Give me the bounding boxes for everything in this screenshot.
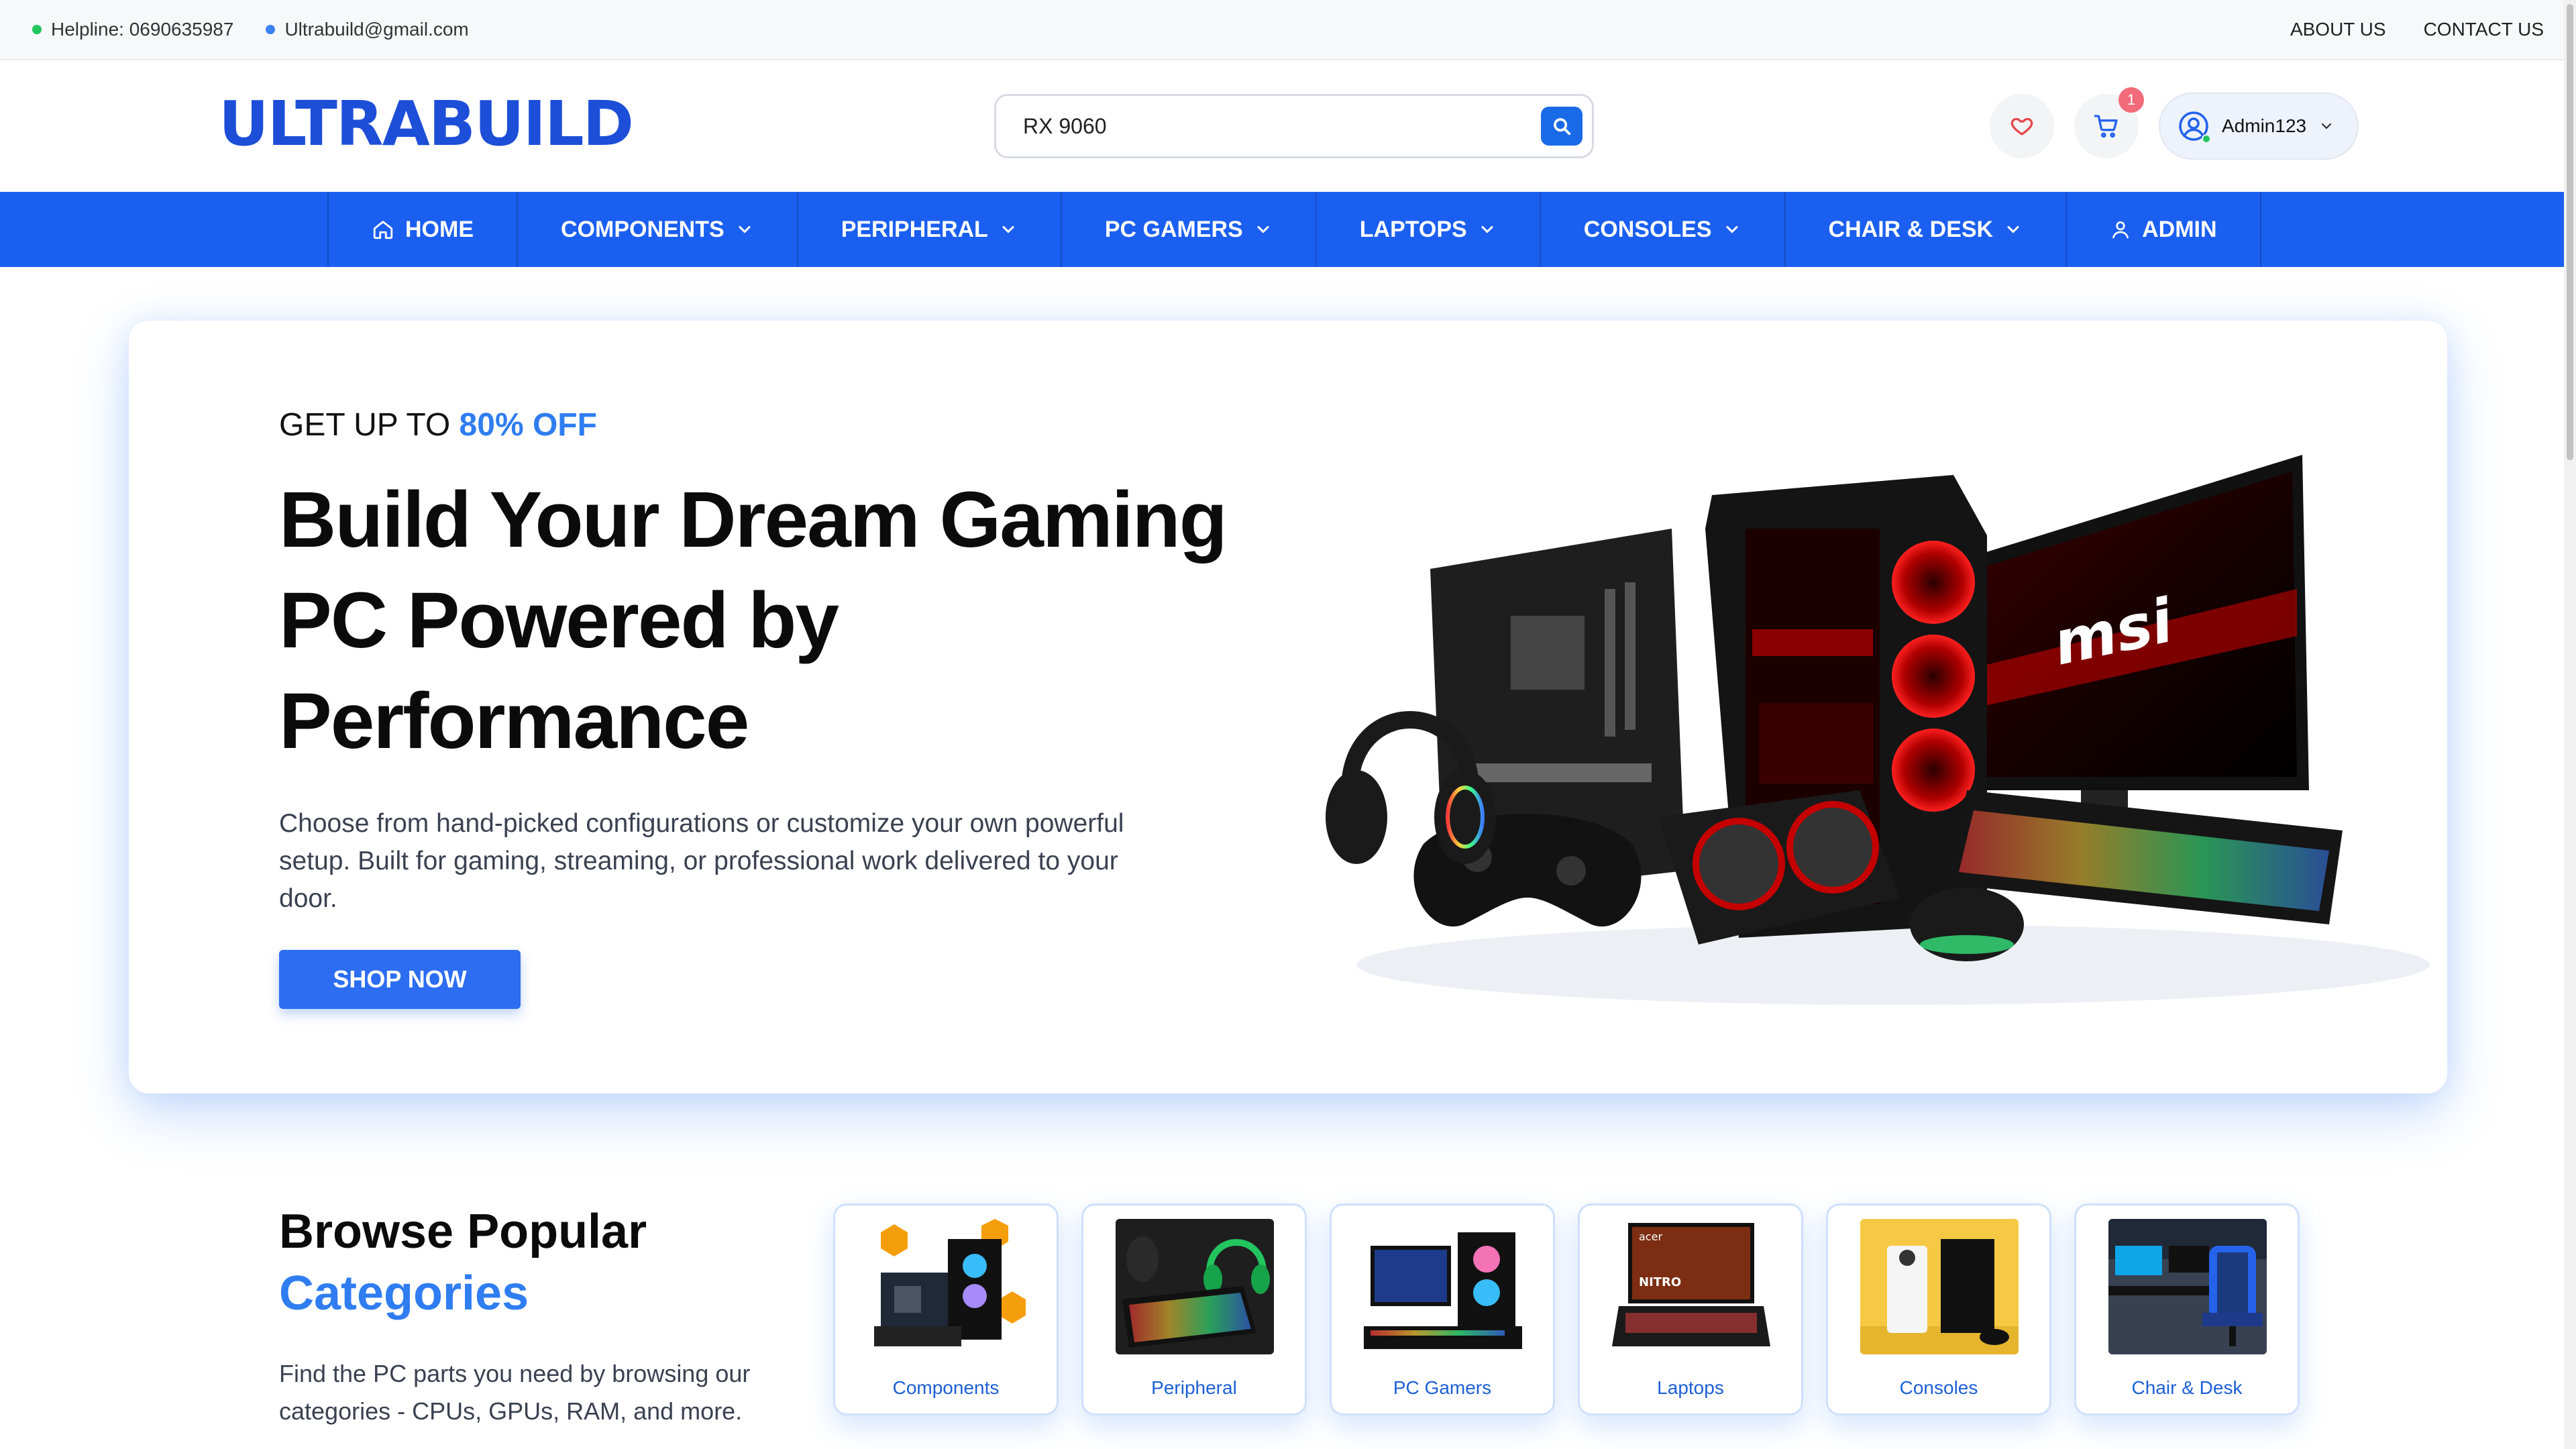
contact-us-link[interactable]: CONTACT US xyxy=(2424,19,2544,40)
chevron-down-icon xyxy=(739,225,751,233)
chevron-down-icon xyxy=(1257,225,1269,233)
gaming-setup-image: msi xyxy=(1326,455,2430,1005)
helpline-text: Helpline: 0690635987 xyxy=(51,19,234,40)
category-card-consoles[interactable]: Consoles xyxy=(1826,1203,2051,1415)
nav-laptops[interactable]: LAPTOPS xyxy=(1315,192,1540,267)
pc-gamers-image xyxy=(1364,1219,1522,1354)
search-box xyxy=(994,94,1594,158)
category-cards: Components Peripheral PC Gamers acer NIT… xyxy=(833,1203,2300,1415)
contact-info: Helpline: 0690635987 Ultrabuild@gmail.co… xyxy=(32,0,469,59)
online-status-dot xyxy=(2202,134,2211,144)
category-label: Laptops xyxy=(1657,1377,1724,1398)
chevron-down-icon xyxy=(1481,225,1493,233)
nav-items: HOME COMPONENTS PERIPHERAL PC GAMERS LAP… xyxy=(327,192,2261,267)
chevron-down-icon xyxy=(1002,225,1014,233)
account-menu[interactable]: Admin123 xyxy=(2159,93,2359,160)
category-card-chair-desk[interactable]: Chair & Desk xyxy=(2074,1203,2300,1415)
search-icon xyxy=(1554,118,1571,136)
avatar xyxy=(2178,110,2211,144)
home-icon xyxy=(373,221,393,239)
nav-label: HOME xyxy=(405,216,474,242)
nav-home[interactable]: HOME xyxy=(327,192,517,267)
status-dot-icon xyxy=(266,25,276,34)
chair-desk-image xyxy=(2108,1219,2267,1354)
nav-pc-gamers[interactable]: PC GAMERS xyxy=(1060,192,1316,267)
hero-title: Build Your Dream Gaming PC Powered by Pe… xyxy=(279,476,1228,765)
category-card-laptops[interactable]: acer NITRO Laptops xyxy=(1578,1203,1803,1415)
nav-label: ADMIN xyxy=(2142,216,2217,242)
category-label: Peripheral xyxy=(1151,1377,1237,1398)
nav-consoles[interactable]: CONSOLES xyxy=(1539,192,1784,267)
nav-peripheral[interactable]: PERIPHERAL xyxy=(796,192,1061,267)
category-label: PC Gamers xyxy=(1393,1377,1492,1398)
helpline: Helpline: 0690635987 xyxy=(32,19,233,40)
scrollbar-thumb[interactable] xyxy=(2567,4,2573,460)
peripheral-image xyxy=(1116,1219,1274,1354)
hero-promo: GET UP TO 80% OFF xyxy=(279,407,597,443)
shop-now-button[interactable]: SHOP NOW xyxy=(279,950,521,1009)
account-name: Admin123 xyxy=(2222,115,2307,136)
categories-heading: Browse Popular Categories xyxy=(279,1201,647,1324)
laptops-image: acer NITRO xyxy=(1612,1219,1770,1354)
nav-components[interactable]: COMPONENTS xyxy=(517,192,797,267)
chevron-down-icon xyxy=(2321,123,2332,129)
components-image xyxy=(867,1219,1026,1354)
nav-label: CHAIR & DESK xyxy=(1828,216,1994,242)
utility-bar: Helpline: 0690635987 Ultrabuild@gmail.co… xyxy=(0,0,2576,60)
consoles-image xyxy=(1860,1219,2019,1354)
category-card-pc-gamers[interactable]: PC Gamers xyxy=(1330,1203,1555,1415)
laptop-brand-text: acer xyxy=(1639,1230,1662,1243)
laptop-model-text: NITRO xyxy=(1639,1275,1681,1289)
category-card-components[interactable]: Components xyxy=(833,1203,1059,1415)
categories-description: Find the PC parts you need by browsing o… xyxy=(279,1360,751,1425)
email-text: Ultrabuild@gmail.com xyxy=(284,19,469,40)
page-scrollbar[interactable] xyxy=(2564,0,2576,1449)
nav-label: COMPONENTS xyxy=(561,216,724,242)
nav-label: PERIPHERAL xyxy=(841,216,988,242)
category-card-peripheral[interactable]: Peripheral xyxy=(1081,1203,1307,1415)
hero-banner: GET UP TO 80% OFF Build Your Dream Gamin… xyxy=(129,321,2447,1093)
main-nav: HOME COMPONENTS PERIPHERAL PC GAMERS LAP… xyxy=(0,192,2576,267)
categories-heading-line2: Categories xyxy=(279,1267,529,1320)
heart-icon xyxy=(2010,117,2033,136)
nav-admin[interactable]: ADMIN xyxy=(2065,192,2261,267)
site-logo[interactable]: ULTRABUILD xyxy=(219,87,634,161)
header: ULTRABUILD 1 Admin123 xyxy=(0,60,2576,192)
status-dot-icon xyxy=(32,25,42,34)
nav-chair-desk[interactable]: CHAIR & DESK xyxy=(1784,192,2066,267)
user-icon xyxy=(2112,221,2129,239)
nav-label: PC GAMERS xyxy=(1104,216,1243,242)
search-input[interactable] xyxy=(1023,96,1519,156)
utility-links: ABOUT US CONTACT US xyxy=(2290,0,2544,59)
hero-promo-discount: 80% OFF xyxy=(459,407,597,443)
search-button[interactable] xyxy=(1541,107,1582,146)
chevron-down-icon xyxy=(2007,225,2019,233)
about-us-link[interactable]: ABOUT US xyxy=(2290,19,2386,40)
category-label: Components xyxy=(892,1377,1000,1398)
email: Ultrabuild@gmail.com xyxy=(266,19,469,40)
category-label: Chair & Desk xyxy=(2131,1377,2243,1398)
nav-label: CONSOLES xyxy=(1583,216,1712,242)
hero-description: Choose from hand-picked configurations o… xyxy=(279,809,1124,913)
chevron-down-icon xyxy=(1726,225,1738,233)
categories-heading-line1: Browse Popular xyxy=(279,1205,647,1258)
cart-icon xyxy=(2094,115,2118,138)
hero-promo-prefix: GET UP TO xyxy=(279,407,460,443)
cart-count-badge: 1 xyxy=(2118,87,2144,113)
category-label: Consoles xyxy=(1899,1377,1978,1398)
nav-label: LAPTOPS xyxy=(1359,216,1467,242)
wishlist-button[interactable] xyxy=(1990,94,2054,158)
